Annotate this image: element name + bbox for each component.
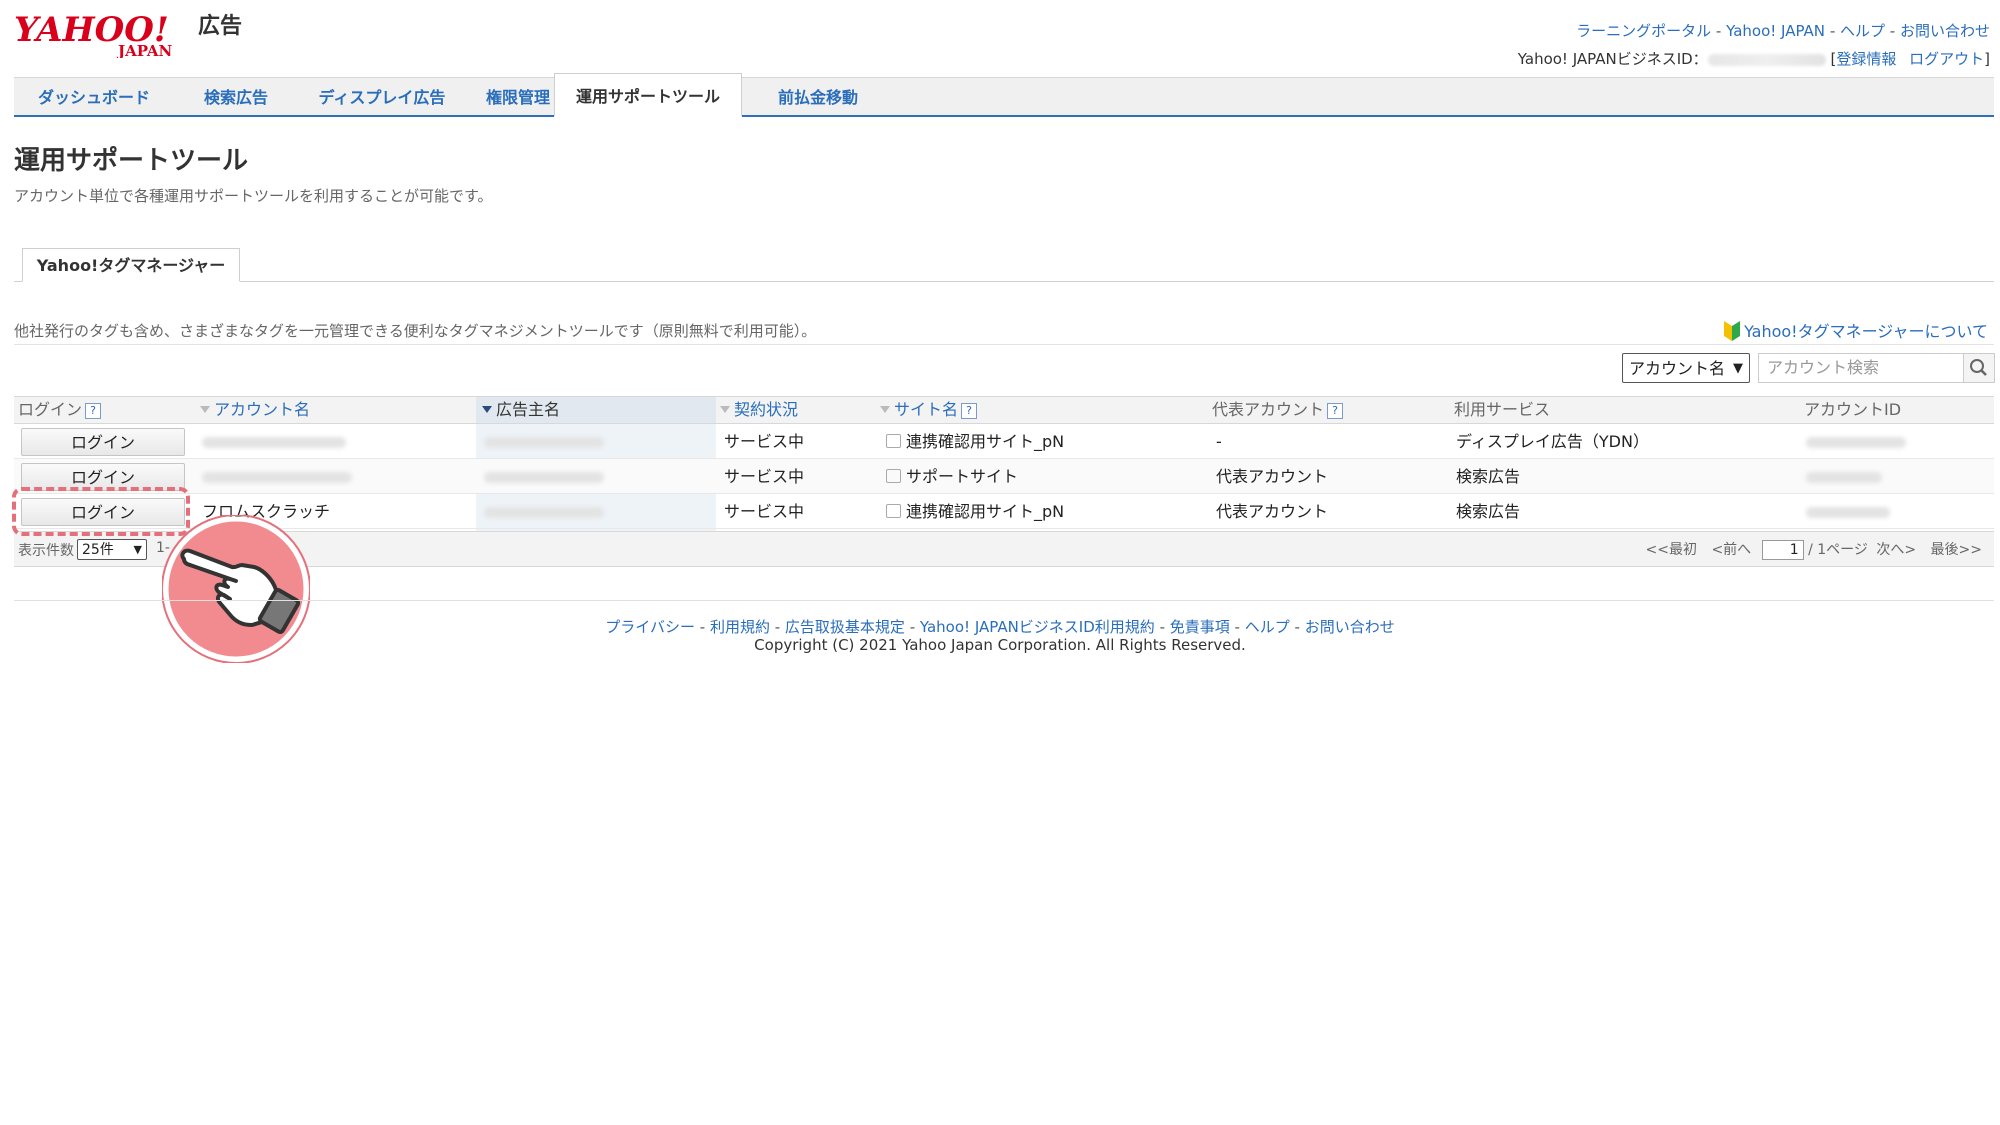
contract-status: サービス中 bbox=[724, 502, 805, 521]
col-account-id: アカウントID bbox=[1804, 400, 1902, 419]
privacy-link[interactable]: プライバシー bbox=[605, 618, 695, 636]
site-name: 連携確認用サイト_pN bbox=[886, 424, 1064, 459]
business-id-line: Yahoo! JAPANビジネスID： [登録情報 ログアウト] bbox=[1517, 50, 1990, 68]
site-icon bbox=[886, 469, 901, 483]
contact-link[interactable]: お問い合わせ bbox=[1900, 22, 1990, 40]
table-row: ログイン サービス中 サポートサイト 代表アカウント 検索広告 bbox=[14, 459, 1994, 494]
per-page-label: 表示件数 bbox=[18, 543, 74, 559]
beginner-mark-icon bbox=[1724, 321, 1741, 341]
tag-manager-intro: 他社発行のタグも含め、さまざまなタグを一元管理できる便利なタグマネジメントツール… bbox=[14, 322, 817, 340]
subtab-baseline bbox=[14, 281, 1994, 282]
service-name: ディスプレイ広告（YDN） bbox=[1456, 432, 1649, 451]
tab-dashboard[interactable]: ダッシュボード bbox=[14, 78, 174, 116]
site-icon bbox=[886, 434, 901, 448]
table-row: ログイン サービス中 連携確認用サイト_pN - ディスプレイ広告（YDN） bbox=[14, 424, 1994, 459]
col-login: ログイン? bbox=[18, 397, 102, 423]
last-page-link[interactable]: 最後>> bbox=[1931, 542, 1982, 558]
account-id-redacted bbox=[1806, 507, 1890, 518]
col-representative: 代表アカウント? bbox=[1212, 397, 1344, 423]
sort-icon bbox=[880, 406, 890, 413]
help-icon[interactable]: ? bbox=[1327, 403, 1344, 419]
account-name-redacted bbox=[202, 472, 352, 483]
learning-portal-link[interactable]: ラーニングポータル bbox=[1576, 22, 1711, 40]
sort-icon bbox=[720, 406, 730, 413]
tab-tag-manager[interactable]: Yahoo!タグマネージャー bbox=[22, 248, 240, 282]
page-description: アカウント単位で各種運用サポートツールを利用することが可能です。 bbox=[14, 187, 493, 205]
sort-desc-icon bbox=[482, 406, 492, 413]
per-page-select[interactable]: 25件 ▼ bbox=[77, 539, 147, 560]
service-name: 検索広告 bbox=[1456, 502, 1521, 521]
account-id-redacted bbox=[1806, 472, 1882, 483]
about-tag-manager-link[interactable]: Yahoo!タグマネージャーについて bbox=[1724, 318, 1988, 342]
main-nav: ダッシュボード 検索広告 ディスプレイ広告 権限管理 運用サポートツール 前払金… bbox=[14, 73, 1994, 117]
tab-support-tools[interactable]: 運用サポートツール bbox=[554, 73, 742, 117]
service-name: 検索広告 bbox=[1456, 467, 1521, 486]
top-links: ラーニングポータル - Yahoo! JAPAN - ヘルプ - お問い合わせ bbox=[1576, 22, 1990, 40]
sort-icon bbox=[200, 406, 210, 413]
site-icon bbox=[886, 504, 901, 518]
account-info-link[interactable]: 登録情報 bbox=[1836, 50, 1896, 68]
chevron-down-icon: ▼ bbox=[133, 543, 142, 556]
login-button[interactable]: ログイン bbox=[21, 428, 185, 456]
help-link[interactable]: ヘルプ bbox=[1840, 22, 1885, 40]
col-service: 利用サービス bbox=[1454, 400, 1551, 419]
site-name: サポートサイト bbox=[886, 459, 1018, 494]
advertiser-redacted bbox=[484, 472, 604, 483]
search-icon bbox=[1970, 359, 1987, 376]
business-id-terms-link[interactable]: Yahoo! JAPANビジネスID利用規約 bbox=[920, 618, 1155, 636]
site-name: 連携確認用サイト_pN bbox=[886, 494, 1064, 529]
help-icon[interactable]: ? bbox=[85, 403, 102, 419]
contract-status: サービス中 bbox=[724, 467, 805, 486]
account-name-redacted bbox=[202, 437, 346, 448]
account-search-input[interactable]: アカウント検索 bbox=[1758, 353, 1964, 383]
help-icon[interactable]: ? bbox=[961, 403, 978, 419]
table-row: ログイン フロムスクラッチ サービス中 連携確認用サイト_pN 代表アカウント … bbox=[14, 494, 1994, 529]
footer-divider bbox=[14, 600, 1994, 601]
tab-search-ads[interactable]: 検索広告 bbox=[174, 78, 298, 116]
disclaimer-link[interactable]: 免責事項 bbox=[1170, 618, 1230, 636]
tab-display-ads[interactable]: ディスプレイ広告 bbox=[298, 78, 466, 116]
pagination: <<最初 <前へ 1 / 1ページ 次へ> 最後>> bbox=[1646, 539, 1982, 560]
page-title: 運用サポートツール bbox=[14, 146, 249, 176]
logo-sub-text: JAPAN bbox=[116, 42, 173, 58]
representative-account: 代表アカウント bbox=[1216, 502, 1329, 521]
account-id-redacted bbox=[1806, 437, 1906, 448]
next-page-link[interactable]: 次へ> bbox=[1876, 542, 1916, 558]
advertiser-redacted bbox=[484, 507, 604, 518]
col-account-name[interactable]: アカウント名 bbox=[200, 397, 310, 423]
first-page-link[interactable]: <<最初 bbox=[1646, 542, 1697, 558]
about-tag-manager-label: Yahoo!タグマネージャーについて bbox=[1744, 322, 1988, 341]
search-field-value: アカウント名 bbox=[1629, 359, 1726, 378]
search-button[interactable] bbox=[1963, 353, 1995, 383]
business-id-redacted bbox=[1707, 53, 1826, 66]
contract-status: サービス中 bbox=[724, 432, 805, 451]
ad-policy-link[interactable]: 広告取扱基本規定 bbox=[785, 618, 905, 636]
footer-contact-link[interactable]: お問い合わせ bbox=[1305, 618, 1395, 636]
col-contract[interactable]: 契約状況 bbox=[720, 397, 798, 423]
prev-page-link[interactable]: <前へ bbox=[1711, 542, 1751, 558]
table-header: ログイン? アカウント名 広告主名 契約状況 サイト名? 代表アカウント? 利用… bbox=[14, 396, 1994, 424]
search-field-select[interactable]: アカウント名 ▼ bbox=[1622, 353, 1750, 383]
yahoo-japan-link[interactable]: Yahoo! JAPAN bbox=[1726, 22, 1825, 40]
divider bbox=[14, 344, 1994, 345]
col-advertiser[interactable]: 広告主名 bbox=[476, 397, 716, 423]
chevron-down-icon: ▼ bbox=[1733, 361, 1743, 376]
total-pages: / 1ページ bbox=[1808, 542, 1868, 558]
footer-help-link[interactable]: ヘルプ bbox=[1245, 618, 1290, 636]
col-site[interactable]: サイト名? bbox=[880, 397, 978, 423]
logout-link[interactable]: ログアウト bbox=[1909, 50, 1984, 68]
copyright: Copyright (C) 2021 Yahoo Japan Corporati… bbox=[754, 636, 1246, 654]
representative-account: - bbox=[1216, 432, 1222, 451]
terms-link[interactable]: 利用規約 bbox=[710, 618, 770, 636]
representative-account: 代表アカウント bbox=[1216, 467, 1329, 486]
business-id-label: Yahoo! JAPANビジネスID： bbox=[1517, 50, 1708, 68]
page-number-input[interactable]: 1 bbox=[1761, 540, 1804, 560]
pager-bar: 表示件数 25件 ▼ 1- <<最初 <前へ 1 / 1ページ 次へ> 最後>> bbox=[14, 531, 1994, 567]
tab-prepaid-transfer[interactable]: 前払金移動 bbox=[750, 78, 886, 116]
logo-suffix-text: 広告 bbox=[198, 13, 242, 39]
advertiser-redacted bbox=[484, 437, 604, 448]
footer-links: プライバシー - 利用規約 - 広告取扱基本規定 - Yahoo! JAPANビ… bbox=[605, 618, 1395, 636]
yahoo-japan-logo[interactable]: YAHOO! JAPAN 広告 bbox=[14, 8, 250, 58]
